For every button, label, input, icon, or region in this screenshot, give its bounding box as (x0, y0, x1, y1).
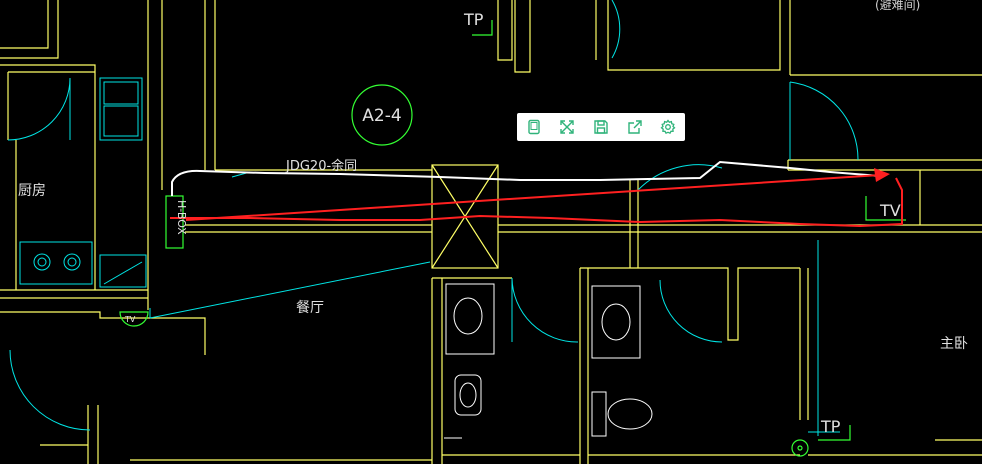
dining-label: 餐厅 (296, 300, 324, 316)
fullscreen-button[interactable] (556, 116, 578, 138)
cad-drawing-canvas[interactable]: A2-4 JDG20-余同 厨房 餐厅 主卧 (避难间) TP TP TV TV… (0, 0, 982, 464)
tv-right-label: TV (879, 201, 901, 220)
share-button[interactable] (624, 116, 646, 138)
pipe-label: JDG20-余同 (285, 158, 357, 174)
refuge-room-label: (避难间) (875, 0, 920, 12)
save-icon (594, 120, 608, 134)
tv-small-label: TV (124, 315, 136, 324)
tp-top-label: TP (463, 10, 484, 29)
settings-button[interactable] (657, 116, 679, 138)
kitchen-label: 厨房 (18, 183, 46, 199)
h-box-label: H-BOX (175, 200, 188, 235)
master-bedroom-label: 主卧 (940, 336, 968, 352)
settings-icon (660, 119, 676, 135)
fullscreen-icon (560, 120, 575, 134)
tablet-icon (528, 119, 540, 135)
floating-toolbar (517, 113, 685, 141)
tp-bottom-label: TP (820, 417, 841, 436)
share-icon (627, 120, 642, 134)
tablet-button[interactable] (523, 116, 545, 138)
room-tag-label: A2-4 (362, 106, 401, 126)
save-button[interactable] (590, 116, 612, 138)
